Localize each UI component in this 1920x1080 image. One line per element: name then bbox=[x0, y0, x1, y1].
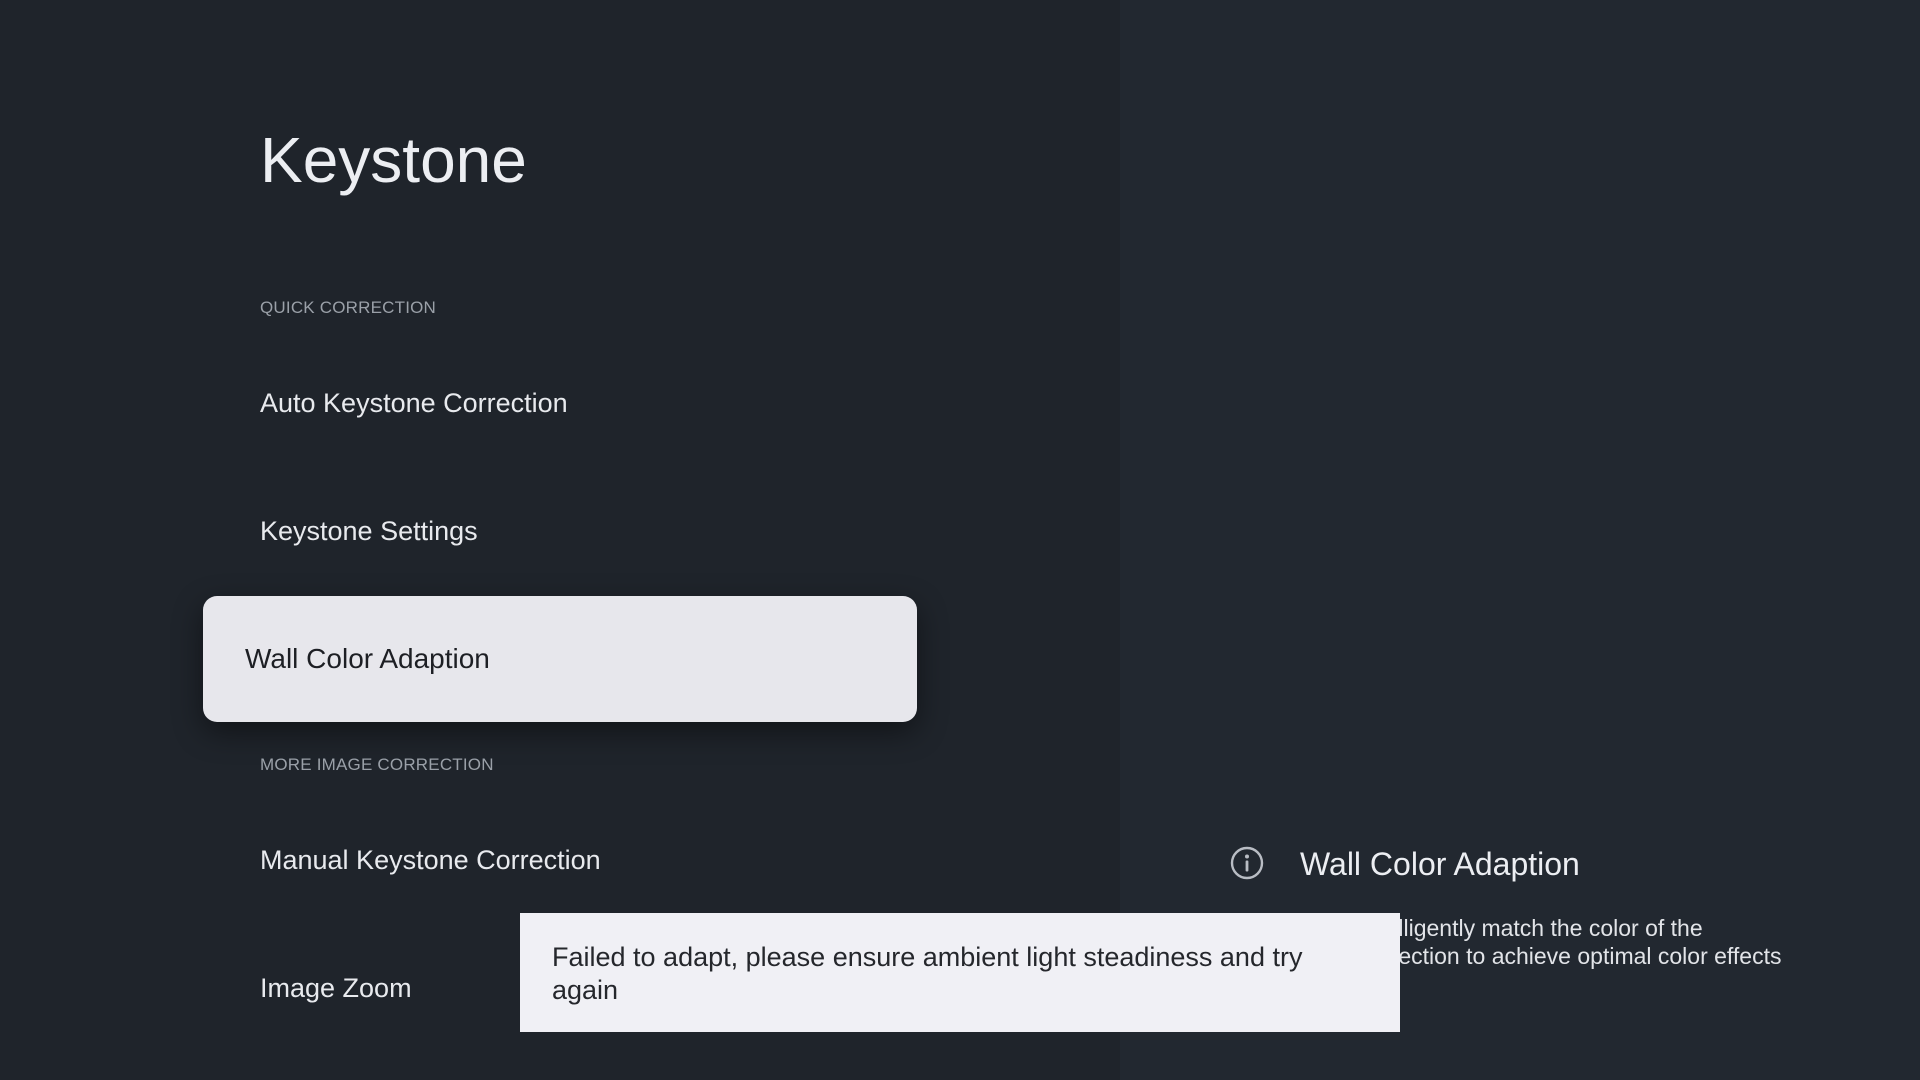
info-circle-icon bbox=[1230, 846, 1264, 880]
menu-item-label: Wall Color Adaption bbox=[245, 643, 490, 674]
page-title: Keystone bbox=[260, 124, 527, 196]
menu-item-manual-keystone-correction[interactable]: Manual Keystone Correction bbox=[260, 847, 601, 874]
menu-item-auto-keystone-correction[interactable]: Auto Keystone Correction bbox=[260, 390, 568, 417]
description-title: Wall Color Adaption bbox=[1300, 846, 1580, 882]
menu-item-keystone-settings[interactable]: Keystone Settings bbox=[260, 518, 478, 545]
menu-item-wall-color-adaption[interactable]: Wall Color Adaption bbox=[203, 596, 917, 722]
section-header-quick-correction: QUICK CORRECTION bbox=[260, 298, 437, 317]
settings-screen: Keystone QUICK CORRECTION Auto Keystone … bbox=[0, 0, 1920, 1080]
section-header-more-image-correction: MORE IMAGE CORRECTION bbox=[260, 755, 494, 774]
toast-message: Failed to adapt, please ensure ambient l… bbox=[552, 942, 1303, 1005]
description-text: Intelligently match the color of the pro… bbox=[1360, 915, 1782, 969]
menu-item-image-zoom[interactable]: Image Zoom bbox=[260, 975, 412, 1002]
error-toast: Failed to adapt, please ensure ambient l… bbox=[520, 913, 1400, 1032]
